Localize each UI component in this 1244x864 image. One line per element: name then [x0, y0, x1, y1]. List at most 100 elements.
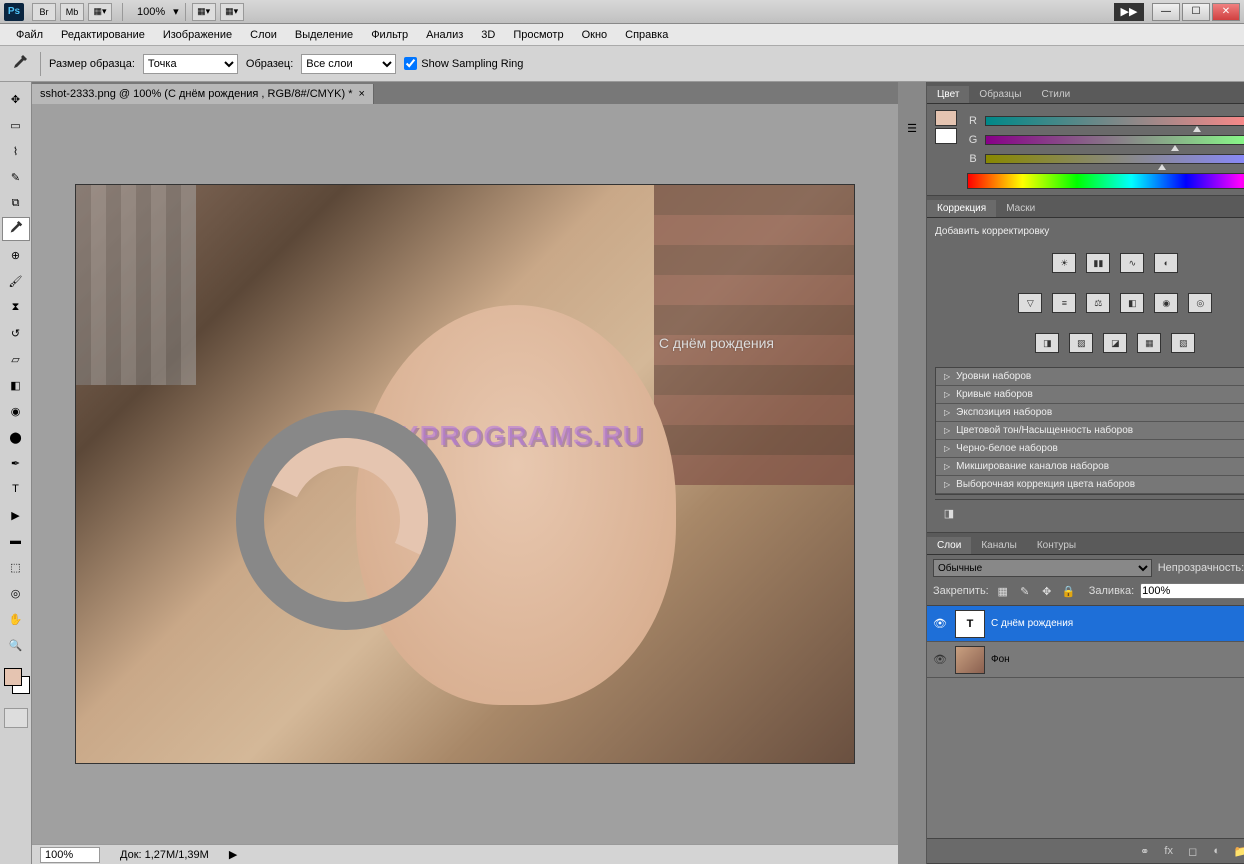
lock-transparency-icon[interactable]: ▦ — [995, 584, 1011, 598]
workspace-button[interactable]: ▦▾ — [220, 3, 244, 21]
levels-icon[interactable]: ▮▮ — [1086, 253, 1110, 273]
posterize-icon[interactable]: ▨ — [1069, 333, 1093, 353]
color-spectrum[interactable] — [967, 173, 1244, 189]
status-arrow-icon[interactable]: ▶ — [229, 848, 237, 861]
preset-exposure[interactable]: Экспозиция наборов — [936, 404, 1244, 422]
layer-background[interactable]: 👁 Фон 🔒 — [927, 642, 1244, 678]
menu-edit[interactable]: Редактирование — [53, 26, 153, 44]
preset-channel-mixer[interactable]: Микширование каналов наборов — [936, 458, 1244, 476]
menu-file[interactable]: Файл — [8, 26, 51, 44]
foreground-color[interactable] — [4, 668, 22, 686]
adj-expand-icon[interactable]: ◨ — [939, 504, 959, 522]
zoom-level[interactable]: 100% — [137, 6, 165, 18]
tab-swatches[interactable]: Образцы — [969, 86, 1031, 103]
tab-styles[interactable]: Стили — [1031, 86, 1080, 103]
lock-position-icon[interactable]: ✥ — [1039, 584, 1055, 598]
photo-filter-icon[interactable]: ◉ — [1154, 293, 1178, 313]
close-tab-icon[interactable]: × — [359, 88, 365, 100]
tab-channels[interactable]: Каналы — [971, 537, 1027, 554]
menu-3d[interactable]: 3D — [473, 26, 503, 44]
canvas[interactable]: С днём рождения BOXPROGRAMS.RU — [75, 184, 855, 764]
tab-color[interactable]: Цвет — [927, 86, 969, 103]
layer-name[interactable]: Фон — [991, 654, 1244, 665]
status-zoom[interactable]: 100% — [40, 847, 100, 863]
blur-tool[interactable]: ◉ — [2, 399, 30, 423]
visibility-icon[interactable]: 👁 — [931, 653, 949, 666]
marquee-tool[interactable]: ▭ — [2, 113, 30, 137]
3d-camera-tool[interactable]: ◎ — [2, 581, 30, 605]
zoom-tool[interactable]: 🔍 — [2, 633, 30, 657]
preset-selective[interactable]: Выборочная коррекция цвета наборов — [936, 476, 1244, 494]
threshold-icon[interactable]: ◪ — [1103, 333, 1127, 353]
menu-help[interactable]: Справка — [617, 26, 676, 44]
history-panel-icon[interactable]: ☰ — [898, 116, 926, 140]
blend-mode-select[interactable]: Обычные — [933, 559, 1152, 577]
tab-layers[interactable]: Слои — [927, 537, 971, 554]
hand-tool[interactable]: ✋ — [2, 607, 30, 631]
quick-select-tool[interactable]: ✎ — [2, 165, 30, 189]
link-layers-icon[interactable]: ⚭ — [1136, 843, 1154, 859]
maximize-button[interactable]: ☐ — [1182, 3, 1210, 21]
visibility-icon[interactable]: 👁 — [931, 617, 949, 630]
eraser-tool[interactable]: ▱ — [2, 347, 30, 371]
brush-tool[interactable]: 🖌 — [2, 269, 30, 293]
close-button[interactable]: ✕ — [1212, 3, 1240, 21]
menu-select[interactable]: Выделение — [287, 26, 361, 44]
channel-mixer-icon[interactable]: ◎ — [1188, 293, 1212, 313]
history-brush-tool[interactable]: ↺ — [2, 321, 30, 345]
preset-levels[interactable]: Уровни наборов — [936, 368, 1244, 386]
tab-masks[interactable]: Маски — [996, 200, 1045, 217]
type-tool[interactable]: T — [2, 477, 30, 501]
preset-bw[interactable]: Черно-белое наборов — [936, 440, 1244, 458]
bridge-button[interactable]: Br — [32, 3, 56, 21]
lock-paint-icon[interactable]: ✎ — [1017, 584, 1033, 598]
gradient-map-icon[interactable]: ▦ — [1137, 333, 1161, 353]
show-ring-checkbox[interactable]: Show Sampling Ring — [404, 57, 523, 70]
layer-style-icon[interactable]: fx — [1160, 843, 1178, 859]
g-slider[interactable] — [985, 135, 1244, 145]
menu-analysis[interactable]: Анализ — [418, 26, 471, 44]
sample-size-select[interactable]: Точка — [143, 54, 238, 74]
exposure-icon[interactable]: ◐ — [1154, 253, 1178, 273]
adjustment-layer-icon[interactable]: ◐ — [1208, 843, 1226, 859]
preset-curves[interactable]: Кривые наборов — [936, 386, 1244, 404]
bg-swatch[interactable] — [935, 128, 957, 144]
layer-text[interactable]: 👁 T С днём рождения — [927, 606, 1244, 642]
eyedropper-tool[interactable] — [2, 217, 30, 241]
pen-tool[interactable]: ✒ — [2, 451, 30, 475]
layer-mask-icon[interactable]: ◻ — [1184, 843, 1202, 859]
lasso-tool[interactable]: ⌇ — [2, 139, 30, 163]
preset-hue[interactable]: Цветовой тон/Насыщенность наборов — [936, 422, 1244, 440]
minibridge-button[interactable]: Mb — [60, 3, 84, 21]
quickmask-button[interactable] — [4, 708, 28, 728]
menu-filter[interactable]: Фильтр — [363, 26, 416, 44]
r-slider[interactable] — [985, 116, 1244, 126]
document-tab[interactable]: sshot-2333.png @ 100% (С днём рождения ,… — [32, 84, 374, 104]
lock-all-icon[interactable]: 🔒 — [1061, 584, 1077, 598]
path-select-tool[interactable]: ▶ — [2, 503, 30, 527]
selective-color-icon[interactable]: ▧ — [1171, 333, 1195, 353]
curves-icon[interactable]: ∿ — [1120, 253, 1144, 273]
hue-icon[interactable]: ≡ — [1052, 293, 1076, 313]
crop-tool[interactable]: ⧉ — [2, 191, 30, 215]
move-tool[interactable]: ✥ — [2, 87, 30, 111]
bw-icon[interactable]: ◧ — [1120, 293, 1144, 313]
stamp-tool[interactable]: ⧗ — [2, 295, 30, 319]
screen-mode-button[interactable]: ▦▾ — [88, 3, 112, 21]
b-slider[interactable] — [985, 154, 1244, 164]
shape-tool[interactable]: ▬ — [2, 529, 30, 553]
fill-input[interactable] — [1140, 583, 1244, 599]
brightness-icon[interactable]: ☀ — [1052, 253, 1076, 273]
fg-swatch[interactable] — [935, 110, 957, 126]
expand-panels-button[interactable]: ▶▶ — [1114, 3, 1144, 21]
layer-thumbnail[interactable]: T — [955, 610, 985, 638]
dodge-tool[interactable]: ⬤ — [2, 425, 30, 449]
minimize-button[interactable]: — — [1152, 3, 1180, 21]
layer-group-icon[interactable]: 📁 — [1232, 843, 1244, 859]
sample-select[interactable]: Все слои — [301, 54, 396, 74]
gradient-tool[interactable]: ◧ — [2, 373, 30, 397]
healing-tool[interactable]: ⊕ — [2, 243, 30, 267]
menu-window[interactable]: Окно — [574, 26, 616, 44]
tab-paths[interactable]: Контуры — [1027, 537, 1086, 554]
layer-name[interactable]: С днём рождения — [991, 618, 1244, 629]
